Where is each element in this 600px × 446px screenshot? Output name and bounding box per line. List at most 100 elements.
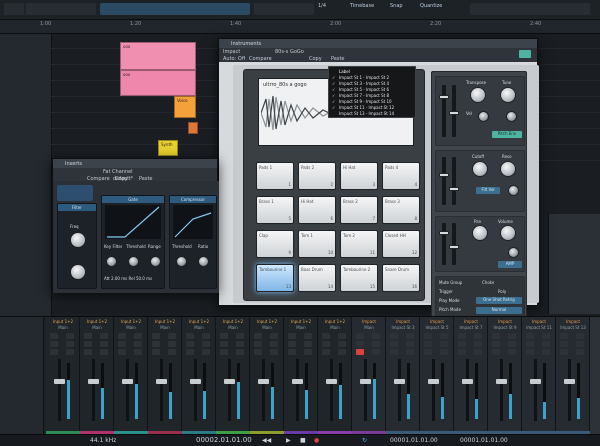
power-button[interactable]: [519, 50, 531, 58]
channel-strip[interactable]: Impact Main: [352, 317, 386, 435]
filter-env-slider-2[interactable]: [449, 157, 459, 205]
rewind-icon[interactable]: ◀◀: [262, 437, 271, 444]
pitch-env-knob[interactable]: [506, 111, 517, 122]
send-button[interactable]: [508, 349, 516, 355]
channel-strip[interactable]: Impact Impact St 9: [488, 317, 522, 435]
fader-cap[interactable]: [292, 379, 303, 384]
volume-fader[interactable]: [92, 359, 95, 421]
inserts-window-title[interactable]: Inserts: [53, 159, 217, 168]
send-button[interactable]: [100, 349, 108, 355]
preset-selector[interactable]: 80s-s GoGo: [275, 49, 304, 55]
record-arm-button[interactable]: [254, 349, 262, 355]
insert-button[interactable]: [168, 341, 176, 347]
fader-cap[interactable]: [122, 379, 133, 384]
volume-fader[interactable]: [296, 359, 299, 421]
mute-button[interactable]: [152, 333, 160, 339]
drum-pad[interactable]: Pads 4 4: [382, 162, 420, 190]
record-arm-button[interactable]: [424, 349, 432, 355]
channel-output-label[interactable]: Main: [250, 325, 284, 330]
drum-pad[interactable]: Brass 2 7: [340, 196, 378, 224]
loop-end-display[interactable]: 00001.01.01.00: [460, 437, 508, 444]
menu-item[interactable]: Impact St 7 - Impact St 8: [339, 93, 389, 98]
fader-cap[interactable]: [360, 379, 371, 384]
record-arm-button[interactable]: [356, 349, 364, 355]
fader-cap[interactable]: [496, 379, 507, 384]
channel-strip[interactable]: Input 1+2 Main: [318, 317, 352, 435]
channel-strip[interactable]: Input 1+2 Main: [46, 317, 80, 435]
record-arm-button[interactable]: [322, 349, 330, 355]
channel-output-label[interactable]: Impact St 9: [488, 325, 522, 330]
monitor-button[interactable]: [202, 333, 210, 339]
volume-fader[interactable]: [160, 359, 163, 421]
drum-pad[interactable]: Hi Hat 6: [298, 196, 336, 224]
drum-pad[interactable]: Snare Drum 16: [382, 264, 420, 292]
monitor-button[interactable]: [304, 333, 312, 339]
channel-strip[interactable]: Impact Impact St 7: [454, 317, 488, 435]
fader-cap[interactable]: [54, 379, 65, 384]
channel-strip[interactable]: Input 1+2 Main: [216, 317, 250, 435]
amp-button[interactable]: AMP: [498, 261, 522, 268]
audio-clip[interactable]: Voice: [174, 96, 196, 118]
drum-pad[interactable]: Bass Drum 14: [298, 264, 336, 292]
channel-input-label[interactable]: Input 1+2: [182, 319, 216, 324]
mute-button[interactable]: [492, 333, 500, 339]
volume-fader[interactable]: [500, 359, 503, 421]
volume-fader[interactable]: [534, 359, 537, 421]
mixer-scrollbar[interactable]: [590, 317, 600, 435]
drum-pad[interactable]: Tom 1 10: [298, 230, 336, 258]
solo-button[interactable]: [492, 341, 500, 347]
insert-button[interactable]: [100, 341, 108, 347]
amp-vel-knob[interactable]: [508, 247, 519, 258]
drum-pad[interactable]: Hi Hat 3: [340, 162, 378, 190]
quantize-label[interactable]: Snap: [390, 3, 403, 9]
insert-button[interactable]: [304, 341, 312, 347]
audio-clip[interactable]: ooo: [120, 70, 196, 96]
channel-strip[interactable]: Impact Impact St 13: [556, 317, 590, 435]
volume-fader[interactable]: [364, 359, 367, 421]
pitch-mode-select[interactable]: Normal: [476, 307, 522, 314]
solo-button[interactable]: [560, 341, 568, 347]
insert-button[interactable]: [66, 341, 74, 347]
record-arm-button[interactable]: [390, 349, 398, 355]
volume-fader[interactable]: [58, 359, 61, 421]
channel-input-label[interactable]: Impact: [352, 319, 386, 324]
auto-off-button[interactable]: Auto: Off: [223, 56, 245, 62]
fader-cap[interactable]: [530, 379, 541, 384]
record-arm-button[interactable]: [84, 349, 92, 355]
solo-button[interactable]: [50, 341, 58, 347]
pitch-env-slider-2[interactable]: [449, 85, 459, 137]
fader-cap[interactable]: [428, 379, 439, 384]
channel-input-label[interactable]: Input 1+2: [216, 319, 250, 324]
menu-item[interactable]: Impact St 11 - Impact St 12: [339, 105, 394, 110]
channel-output-label[interactable]: Main: [284, 325, 318, 330]
pitch-vel-knob[interactable]: [478, 111, 489, 122]
freq-knob[interactable]: [70, 232, 86, 248]
fader-cap[interactable]: [564, 379, 575, 384]
insert-button[interactable]: [372, 341, 380, 347]
loop-start-display[interactable]: 00001.01.01.00: [390, 437, 438, 444]
send-button[interactable]: [440, 349, 448, 355]
solo-button[interactable]: [390, 341, 398, 347]
channel-strip[interactable]: Input 1+2 Main: [182, 317, 216, 435]
mute-button[interactable]: [118, 333, 126, 339]
monitor-button[interactable]: [406, 333, 414, 339]
channel-output-label[interactable]: Main: [318, 325, 352, 330]
play-mode-select[interactable]: One Shot Retrig: [476, 297, 522, 304]
monitor-button[interactable]: [576, 333, 584, 339]
track-list[interactable]: [0, 34, 52, 316]
channel-output-label[interactable]: Impact St 11: [522, 325, 556, 330]
time-display[interactable]: 00002.01.01.00: [196, 436, 252, 444]
volume-fader[interactable]: [568, 359, 571, 421]
record-arm-button[interactable]: [560, 349, 568, 355]
gate-threshold-knob[interactable]: [128, 256, 139, 267]
channel-input-label[interactable]: Impact: [386, 319, 420, 324]
record-arm-button[interactable]: [220, 349, 228, 355]
monitor-button[interactable]: [372, 333, 380, 339]
copy-button[interactable]: Copy: [309, 56, 322, 62]
comp-threshold-knob[interactable]: [176, 256, 187, 267]
channel-strip[interactable]: Impact Impact St 11: [522, 317, 556, 435]
transpose-knob[interactable]: [470, 87, 486, 103]
channel-output-label[interactable]: Main: [148, 325, 182, 330]
paste-button[interactable]: Paste: [331, 56, 345, 62]
send-button[interactable]: [134, 349, 142, 355]
